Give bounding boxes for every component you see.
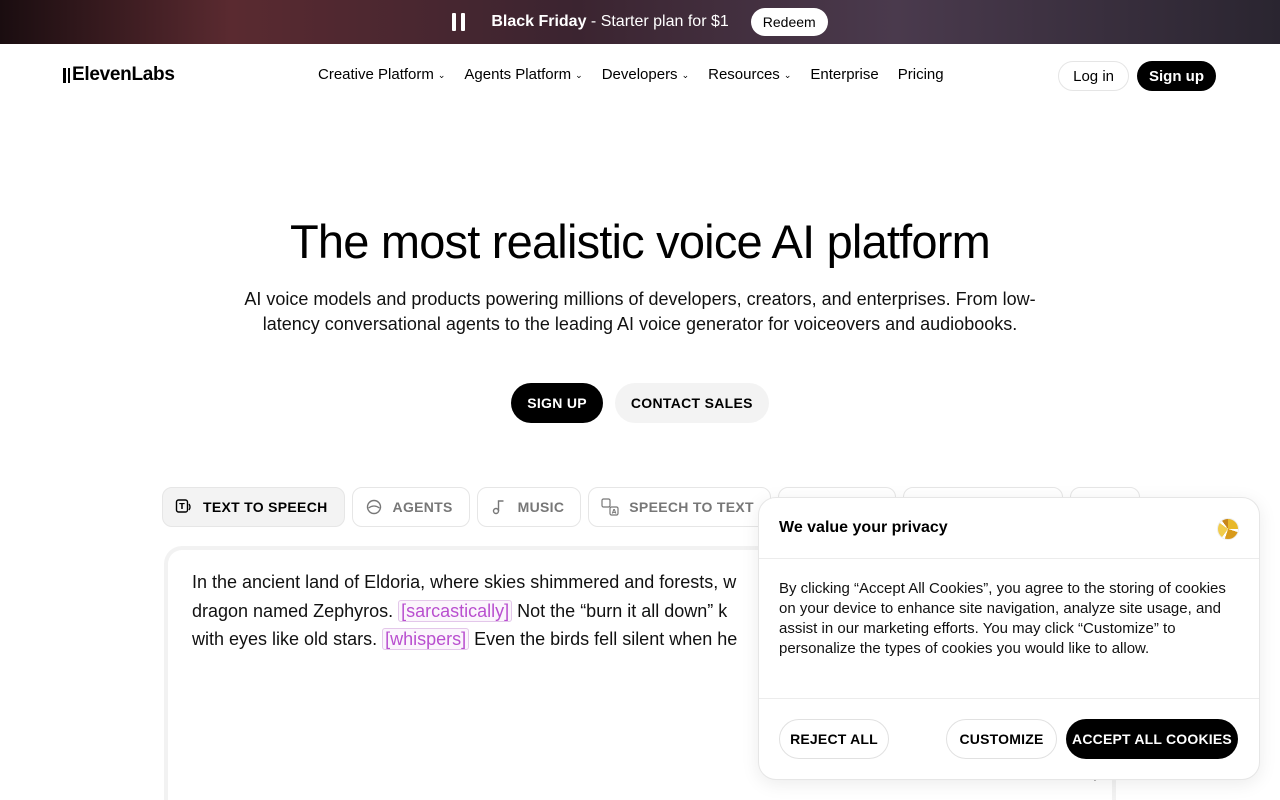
- login-button[interactable]: Log in: [1058, 61, 1129, 91]
- editor-text-segment: Not the “burn it all down” k: [512, 600, 728, 621]
- top-nav: ElevenLabs Creative Platform ⌄ Agents Pla…: [0, 44, 1280, 108]
- menu-label: Pricing: [897, 66, 944, 83]
- hero-signup-button[interactable]: SIGN UP: [511, 383, 603, 423]
- reject-all-button[interactable]: REJECT ALL: [779, 719, 889, 759]
- menu-label: Creative Platform: [318, 66, 434, 83]
- chevron-down-icon: ⌄: [575, 70, 583, 80]
- pause-icon[interactable]: [452, 13, 466, 31]
- tab-speech-to-text[interactable]: A SPEECH TO TEXT: [588, 487, 771, 527]
- logo-mark-icon: [63, 67, 70, 83]
- editor-text-segment: with eyes like old stars.: [192, 629, 383, 649]
- tab-agents[interactable]: AGENTS: [351, 487, 470, 527]
- hero-title: The most realistic voice AI platform: [290, 215, 991, 268]
- contact-sales-button[interactable]: CONTACT SALES: [614, 383, 769, 423]
- tab-label: AGENTS: [392, 499, 453, 515]
- cookie-icon: [1217, 518, 1239, 540]
- promo-bold: Black Friday: [491, 13, 587, 30]
- auth-buttons: Log in Sign up: [1058, 61, 1216, 91]
- chevron-down-icon: ⌄: [681, 70, 690, 80]
- promo-banner: Black Friday - Starter plan for $1 Redee…: [0, 0, 1280, 44]
- editor-text-segment: dragon named Zephyros.: [192, 600, 399, 621]
- tab-text-to-speech[interactable]: T TEXT TO SPEECH: [162, 487, 345, 527]
- promo-text: Black Friday - Starter plan for $1: [491, 13, 728, 31]
- tab-label: MUSIC: [517, 499, 565, 515]
- logo-text: ElevenLabs: [72, 64, 175, 85]
- promo-rest: - Starter plan for $1: [586, 13, 729, 30]
- chevron-down-icon: ⌄: [437, 70, 446, 80]
- menu-resources[interactable]: Resources ⌄: [708, 66, 791, 83]
- svg-text:T: T: [179, 502, 185, 511]
- chevron-down-icon: ⌄: [783, 70, 792, 80]
- speech-to-text-icon: A: [601, 498, 619, 516]
- agents-icon: [365, 498, 383, 516]
- text-to-speech-icon: T: [175, 498, 193, 516]
- menu-label: Enterprise: [810, 66, 879, 83]
- menu-developers[interactable]: Developers ⌄: [602, 66, 689, 83]
- emotion-tag: [sarcastically]: [398, 599, 513, 622]
- cookie-header: We value your privacy: [759, 498, 1259, 559]
- tab-music[interactable]: MUSIC: [476, 487, 582, 527]
- cookie-body: By clicking “Accept All Cookies”, you ag…: [779, 580, 1226, 657]
- signup-button[interactable]: Sign up: [1137, 61, 1216, 91]
- cookie-title: We value your privacy: [779, 519, 948, 536]
- hero-cta-group: SIGN UP CONTACT SALES: [0, 383, 1280, 423]
- cookie-actions: REJECT ALL CUSTOMIZE ACCEPT ALL COOKIES: [759, 698, 1259, 781]
- main-menu: Creative Platform ⌄ Agents Platform ⌄ Deve…: [318, 66, 963, 83]
- menu-enterprise[interactable]: Enterprise: [810, 66, 878, 83]
- editor-text-segment: Even the birds fell silent when he: [469, 629, 738, 649]
- svg-text:A: A: [612, 509, 617, 516]
- redeem-button[interactable]: Redeem: [750, 8, 828, 36]
- emotion-tag: [whispers]: [382, 628, 470, 650]
- hero-subtitle: AI voice models and products powering mi…: [244, 289, 1036, 334]
- cookie-consent-dialog: We value your privacy By clicking “Accep…: [758, 497, 1260, 780]
- menu-label: Developers: [601, 66, 678, 83]
- menu-creative-platform[interactable]: Creative Platform ⌄: [318, 66, 445, 83]
- logo[interactable]: ElevenLabs: [63, 64, 175, 86]
- menu-label: Agents Platform: [464, 66, 572, 83]
- menu-label: Resources: [708, 66, 780, 83]
- music-note-icon: [490, 498, 508, 516]
- menu-agents-platform[interactable]: Agents Platform ⌄: [464, 66, 582, 83]
- menu-pricing[interactable]: Pricing: [898, 66, 944, 83]
- accept-all-cookies-button[interactable]: ACCEPT ALL COOKIES: [1066, 719, 1238, 759]
- tab-label: TEXT TO SPEECH: [203, 499, 328, 515]
- tab-label: SPEECH TO TEXT: [629, 499, 754, 515]
- customize-button[interactable]: CUSTOMIZE: [946, 719, 1057, 759]
